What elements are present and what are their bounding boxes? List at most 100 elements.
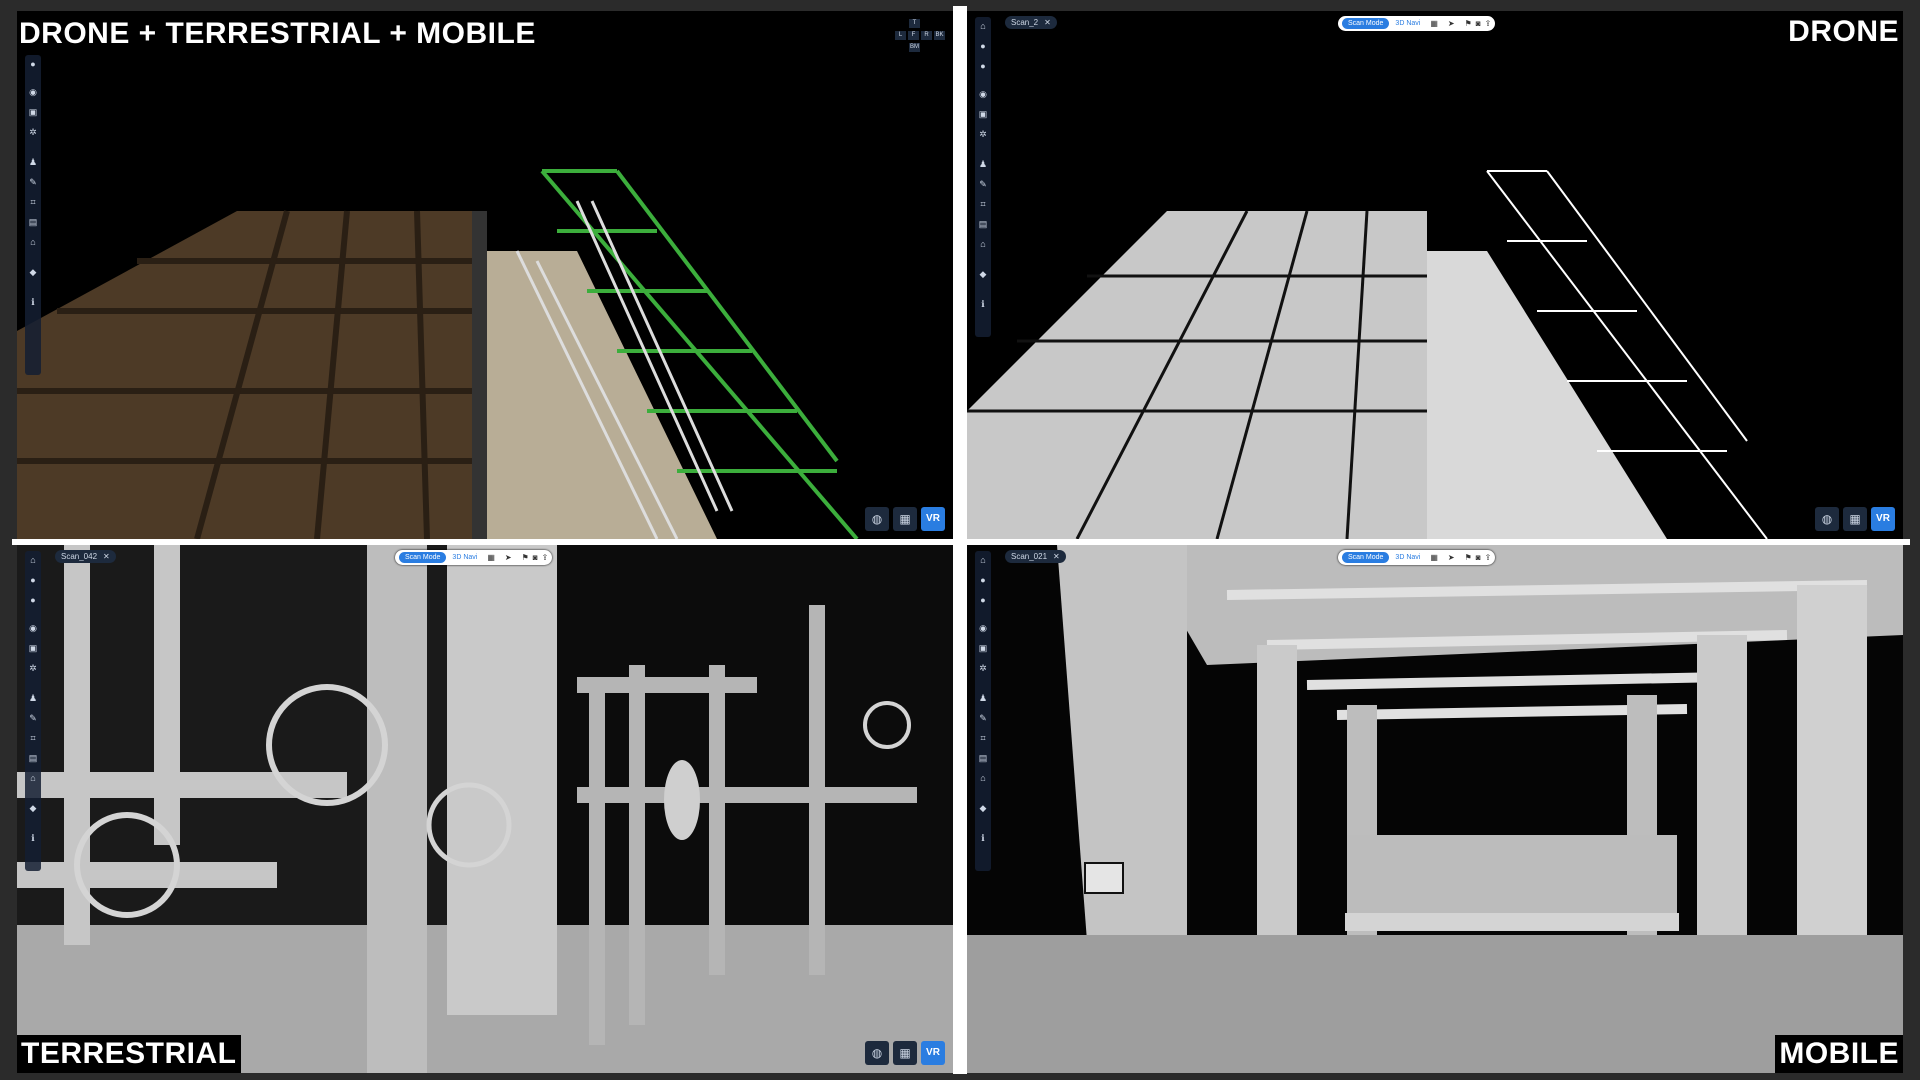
grid-icon[interactable]: ▦ (487, 553, 495, 562)
view-bottom-button[interactable]: BM (909, 43, 920, 52)
info-icon[interactable]: ℹ (28, 297, 38, 307)
pen-icon[interactable]: ✎ (28, 177, 38, 187)
panel-drone-terrestrial-mobile[interactable]: DRONE + TERRESTRIAL + MOBILE ● ◉ ▣ ✲ ♟ ✎… (17, 11, 953, 539)
target-icon[interactable]: ◉ (978, 623, 988, 633)
panel-terrestrial[interactable]: TERRESTRIAL Scan_042 ✕ Scan Mode 3D Navi … (17, 545, 953, 1073)
circle-icon[interactable]: ● (28, 575, 38, 585)
camera-icon[interactable]: ▣ (978, 109, 988, 119)
scan-tab[interactable]: Scan_021 ✕ (1005, 550, 1066, 563)
scan-mode-toggle[interactable]: Scan Mode (1342, 18, 1390, 29)
gear-icon[interactable]: ✲ (28, 663, 38, 673)
save-icon[interactable]: ▤ (28, 217, 38, 227)
camera-icon[interactable]: ▣ (28, 643, 38, 653)
home-icon[interactable]: ⌂ (978, 21, 988, 31)
home-icon[interactable]: ⌂ (28, 555, 38, 565)
3d-navi-toggle[interactable]: 3D Navi (1395, 20, 1420, 27)
globe-icon[interactable]: ◍ (1815, 507, 1839, 531)
grid-icon[interactable]: ▦ (1430, 19, 1438, 28)
flag-icon[interactable]: ⚑ (1465, 553, 1472, 562)
camera-icon[interactable]: ◙ (533, 553, 538, 562)
close-icon[interactable]: ✕ (103, 552, 110, 561)
flag-icon[interactable]: ⚑ (1465, 19, 1472, 28)
tag-icon[interactable]: ◆ (28, 803, 38, 813)
scan-mode-toggle[interactable]: Scan Mode (1342, 552, 1390, 563)
crop-icon[interactable]: ⌗ (28, 733, 38, 743)
scan-tab[interactable]: Scan_2 ✕ (1005, 16, 1057, 29)
flag-icon[interactable]: ⚑ (522, 553, 529, 562)
vr-button[interactable]: VR (921, 1041, 945, 1065)
crop-icon[interactable]: ⌗ (28, 197, 38, 207)
layers-icon[interactable]: ▦ (893, 507, 917, 531)
dome-icon[interactable]: ⌂ (978, 773, 988, 783)
save-icon[interactable]: ▤ (978, 219, 988, 229)
camera-icon[interactable]: ▣ (28, 107, 38, 117)
point-cloud-scene-grayscale[interactable] (967, 545, 1903, 1073)
target-icon[interactable]: ◉ (28, 623, 38, 633)
target-icon[interactable]: ◉ (978, 89, 988, 99)
gear-icon[interactable]: ✲ (28, 127, 38, 137)
person-icon[interactable]: ♟ (28, 693, 38, 703)
target-icon[interactable]: ◉ (28, 87, 38, 97)
globe-icon[interactable]: ◍ (865, 507, 889, 531)
tag-icon[interactable]: ◆ (978, 803, 988, 813)
scan-mode-toggle[interactable]: Scan Mode (399, 552, 447, 563)
person-icon[interactable]: ♟ (28, 157, 38, 167)
point-cloud-scene-colored[interactable] (17, 11, 953, 539)
point-cloud-scene-grayscale[interactable] (17, 545, 953, 1073)
person-icon[interactable]: ♟ (978, 159, 988, 169)
gear-icon[interactable]: ✲ (978, 663, 988, 673)
point-cloud-scene-grayscale[interactable] (967, 11, 1903, 539)
vr-button[interactable]: VR (921, 507, 945, 531)
info-icon[interactable]: ℹ (978, 299, 988, 309)
crop-icon[interactable]: ⌗ (978, 199, 988, 209)
3d-navi-toggle[interactable]: 3D Navi (452, 554, 477, 561)
share-icon[interactable]: ⇪ (1485, 553, 1492, 562)
gear-icon[interactable]: ✲ (978, 129, 988, 139)
scan-tab[interactable]: Scan_042 ✕ (55, 550, 116, 563)
pen-icon[interactable]: ✎ (978, 179, 988, 189)
grid-icon[interactable]: ▦ (1430, 553, 1438, 562)
circle-icon[interactable]: ● (28, 595, 38, 605)
cursor-icon[interactable]: ➤ (505, 553, 512, 562)
circle-icon[interactable]: ● (978, 61, 988, 71)
pen-icon[interactable]: ✎ (28, 713, 38, 723)
close-icon[interactable]: ✕ (1053, 552, 1060, 561)
view-top-button[interactable]: T (909, 19, 920, 28)
3d-navi-toggle[interactable]: 3D Navi (1395, 554, 1420, 561)
close-icon[interactable]: ✕ (1044, 18, 1051, 27)
layers-icon[interactable]: ▦ (1843, 507, 1867, 531)
globe-icon[interactable]: ◍ (865, 1041, 889, 1065)
share-icon[interactable]: ⇪ (542, 553, 549, 562)
view-left-button[interactable]: L (895, 31, 906, 40)
circle-icon[interactable]: ● (28, 59, 38, 69)
info-icon[interactable]: ℹ (978, 833, 988, 843)
tag-icon[interactable]: ◆ (978, 269, 988, 279)
save-icon[interactable]: ▤ (28, 753, 38, 763)
camera-icon[interactable]: ◙ (1476, 19, 1481, 28)
view-front-button[interactable]: F (908, 31, 919, 40)
person-icon[interactable]: ♟ (978, 693, 988, 703)
panel-mobile[interactable]: MOBILE Scan_021 ✕ Scan Mode 3D Navi ▦ ➤ ⚑… (967, 545, 1903, 1073)
home-icon[interactable]: ⌂ (978, 555, 988, 565)
circle-icon[interactable]: ● (978, 595, 988, 605)
dome-icon[interactable]: ⌂ (28, 773, 38, 783)
panel-drone[interactable]: DRONE Scan_2 ✕ Scan Mode 3D Navi ▦ ➤ ⚑ ◙ … (967, 11, 1903, 539)
crop-icon[interactable]: ⌗ (978, 733, 988, 743)
tag-icon[interactable]: ◆ (28, 267, 38, 277)
layers-icon[interactable]: ▦ (893, 1041, 917, 1065)
save-icon[interactable]: ▤ (978, 753, 988, 763)
info-icon[interactable]: ℹ (28, 833, 38, 843)
dome-icon[interactable]: ⌂ (978, 239, 988, 249)
camera-icon[interactable]: ▣ (978, 643, 988, 653)
view-back-button[interactable]: BK (934, 31, 945, 40)
dome-icon[interactable]: ⌂ (28, 237, 38, 247)
share-icon[interactable]: ⇪ (1485, 19, 1492, 28)
view-right-button[interactable]: R (921, 31, 932, 40)
camera-icon[interactable]: ◙ (1476, 553, 1481, 562)
view-cube[interactable]: T L F R BK BM (895, 19, 945, 55)
pen-icon[interactable]: ✎ (978, 713, 988, 723)
circle-icon[interactable]: ● (978, 575, 988, 585)
cursor-icon[interactable]: ➤ (1448, 19, 1455, 28)
circle-icon[interactable]: ● (978, 41, 988, 51)
cursor-icon[interactable]: ➤ (1448, 553, 1455, 562)
